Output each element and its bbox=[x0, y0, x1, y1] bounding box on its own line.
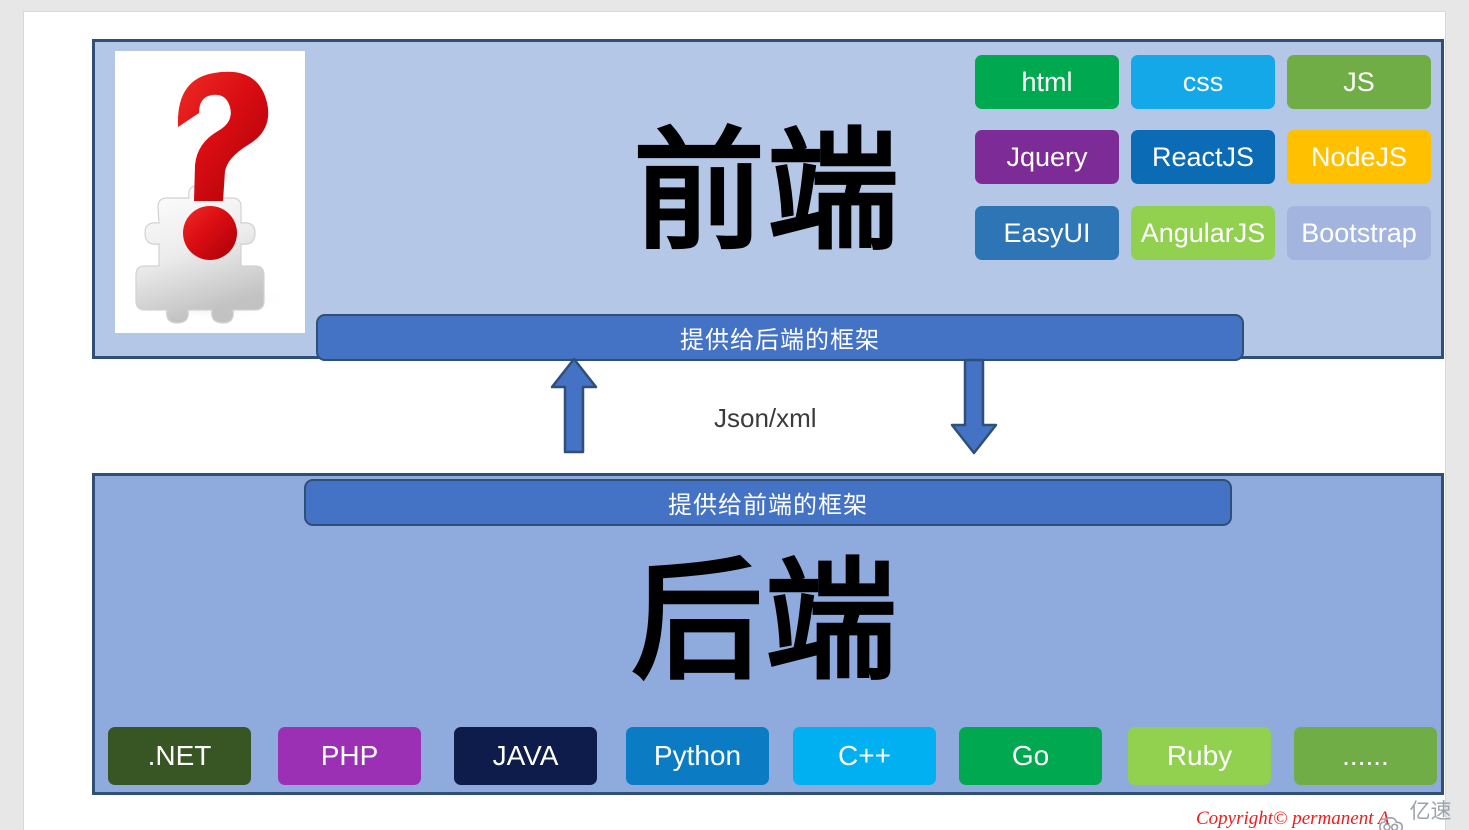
frontend-badge-css[interactable]: css bbox=[1131, 55, 1275, 109]
banner-provide-to-backend[interactable]: 提供给后端的框架 bbox=[316, 314, 1244, 361]
frontend-badge-label: AngularJS bbox=[1140, 217, 1266, 248]
frontend-badge-label: Bootstrap bbox=[1301, 217, 1417, 248]
backend-badge-more[interactable]: ...... bbox=[1294, 727, 1437, 785]
banner-provide-to-frontend[interactable]: 提供给前端的框架 bbox=[304, 479, 1232, 526]
backend-badge-label: .NET bbox=[147, 740, 212, 771]
arrow-down-icon bbox=[950, 358, 998, 455]
frontend-badge-label: Jquery bbox=[1006, 141, 1088, 172]
frontend-panel: 前端 html css JS Jquery ReactJS NodeJS Eas… bbox=[92, 39, 1444, 361]
backend-badge-label: Ruby bbox=[1166, 740, 1233, 771]
frontend-badge-label: EasyUI bbox=[1003, 217, 1091, 248]
backend-badge-label: PHP bbox=[320, 740, 379, 771]
frontend-badge-html[interactable]: html bbox=[975, 55, 1119, 109]
backend-badge-label: ...... bbox=[1342, 740, 1389, 771]
exchange-format-label: Json/xml bbox=[714, 403, 817, 433]
cloud-icon bbox=[1379, 817, 1404, 830]
backend-badge-label: C++ bbox=[838, 740, 891, 771]
backend-panel: 提供给前端的框架 后端 .NET PHP JAVA Python C++ Go bbox=[92, 473, 1444, 795]
backend-badge-ruby[interactable]: Ruby bbox=[1128, 727, 1271, 785]
banner-label: 提供给前端的框架 bbox=[668, 491, 868, 519]
backend-badge-cpp[interactable]: C++ bbox=[793, 727, 936, 785]
frontend-badge-jquery[interactable]: Jquery bbox=[975, 130, 1119, 184]
backend-title: 后端 bbox=[631, 545, 899, 699]
frontend-badge-angularjs[interactable]: AngularJS bbox=[1131, 206, 1275, 260]
backend-badge-java[interactable]: JAVA bbox=[454, 727, 597, 785]
backend-badge-label: JAVA bbox=[492, 740, 559, 771]
frontend-title: 前端 bbox=[633, 115, 901, 269]
arrow-up-icon bbox=[550, 357, 598, 454]
backend-badge-python[interactable]: Python bbox=[626, 727, 769, 785]
frontend-badge-bootstrap[interactable]: Bootstrap bbox=[1287, 206, 1431, 260]
frontend-badge-js[interactable]: JS bbox=[1287, 55, 1431, 109]
slide-page: 前端 html css JS Jquery ReactJS NodeJS Eas… bbox=[24, 12, 1445, 830]
backend-badge-go[interactable]: Go bbox=[959, 727, 1102, 785]
question-mark-image bbox=[115, 51, 305, 333]
brand-watermark: 亿速云 bbox=[1378, 795, 1469, 830]
frontend-badge-label: NodeJS bbox=[1310, 141, 1408, 172]
frontend-badge-easyui[interactable]: EasyUI bbox=[975, 206, 1119, 260]
copyright-watermark: Copyright© permanent A bbox=[1196, 808, 1390, 829]
backend-badge-label: Python bbox=[653, 740, 742, 771]
brand-label: 亿速云 bbox=[1409, 799, 1452, 830]
banner-label: 提供给后端的框架 bbox=[680, 326, 880, 354]
frontend-badge-reactjs[interactable]: ReactJS bbox=[1131, 130, 1275, 184]
backend-badge-php[interactable]: PHP bbox=[278, 727, 421, 785]
slide-canvas: 前端 html css JS Jquery ReactJS NodeJS Eas… bbox=[0, 0, 1469, 830]
frontend-badge-label: css bbox=[1182, 66, 1224, 97]
question-mark-puzzle-icon bbox=[115, 51, 305, 333]
backend-badge-label: Go bbox=[1011, 740, 1050, 771]
frontend-badge-nodejs[interactable]: NodeJS bbox=[1287, 130, 1431, 184]
frontend-badge-label: html bbox=[1021, 66, 1073, 97]
frontend-badge-label: JS bbox=[1343, 66, 1375, 97]
backend-badge-dotnet[interactable]: .NET bbox=[108, 727, 251, 785]
frontend-badge-label: ReactJS bbox=[1151, 141, 1255, 172]
